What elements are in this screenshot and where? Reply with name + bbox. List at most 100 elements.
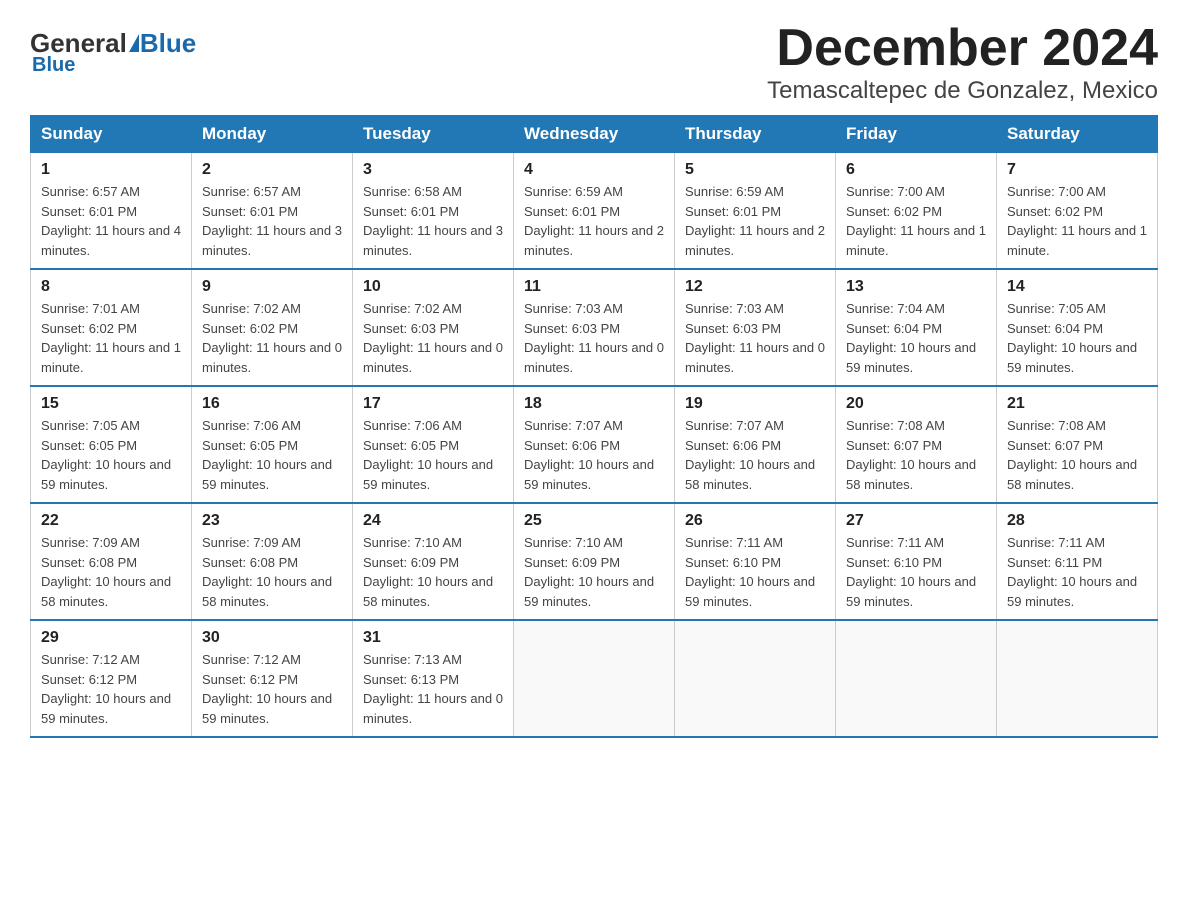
calendar-cell: 4 Sunrise: 6:59 AMSunset: 6:01 PMDaylight…: [514, 153, 675, 270]
day-info: Sunrise: 6:59 AMSunset: 6:01 PMDaylight:…: [685, 182, 825, 260]
calendar-cell: 12Sunrise: 7:03 AMSunset: 6:03 PMDayligh…: [675, 269, 836, 386]
title-block: December 2024 Temascaltepec de Gonzalez,…: [767, 20, 1158, 105]
day-number: 27: [846, 512, 986, 530]
calendar-cell: 18 Sunrise: 7:07 AMSunset: 6:06 PMDayligh…: [514, 386, 675, 503]
logo-triangle-icon: [129, 34, 139, 52]
day-info: Sunrise: 7:08 AMSunset: 6:07 PMDaylight:…: [846, 416, 986, 494]
day-info: Sunrise: 7:11 AMSunset: 6:10 PMDaylight:…: [685, 533, 825, 611]
day-info: Sunrise: 7:12 AMSunset: 6:12 PMDaylight:…: [202, 650, 342, 728]
day-number: 24: [363, 512, 503, 530]
calendar-cell: [836, 620, 997, 737]
calendar-cell: 26Sunrise: 7:11 AMSunset: 6:10 PMDayligh…: [675, 503, 836, 620]
col-header-sunday: Sunday: [31, 116, 192, 153]
day-number: 8: [41, 278, 181, 296]
day-number: 9: [202, 278, 342, 296]
calendar-cell: 16Sunrise: 7:06 AMSunset: 6:05 PMDayligh…: [192, 386, 353, 503]
calendar-cell: 5 Sunrise: 6:59 AMSunset: 6:01 PMDaylight…: [675, 153, 836, 270]
day-number: 1: [41, 161, 181, 179]
calendar-week-row: 29 Sunrise: 7:12 AMSunset: 6:12 PMDayligh…: [31, 620, 1158, 737]
calendar-week-row: 8 Sunrise: 7:01 AMSunset: 6:02 PMDaylight…: [31, 269, 1158, 386]
logo: General Blue Blue: [30, 30, 196, 77]
col-header-tuesday: Tuesday: [353, 116, 514, 153]
day-info: Sunrise: 7:13 AMSunset: 6:13 PMDaylight:…: [363, 650, 503, 728]
day-info: Sunrise: 7:02 AMSunset: 6:03 PMDaylight:…: [363, 299, 503, 377]
day-number: 31: [363, 629, 503, 647]
day-number: 23: [202, 512, 342, 530]
day-info: Sunrise: 7:10 AMSunset: 6:09 PMDaylight:…: [524, 533, 664, 611]
calendar-cell: 6 Sunrise: 7:00 AMSunset: 6:02 PMDaylight…: [836, 153, 997, 270]
day-info: Sunrise: 7:05 AMSunset: 6:04 PMDaylight:…: [1007, 299, 1147, 377]
col-header-saturday: Saturday: [997, 116, 1158, 153]
calendar-cell: [675, 620, 836, 737]
calendar-week-row: 15 Sunrise: 7:05 AMSunset: 6:05 PMDayligh…: [31, 386, 1158, 503]
day-number: 18: [524, 395, 664, 413]
logo-subtitle: Blue: [32, 54, 75, 77]
calendar-cell: 20Sunrise: 7:08 AMSunset: 6:07 PMDayligh…: [836, 386, 997, 503]
day-number: 28: [1007, 512, 1147, 530]
calendar-cell: 22 Sunrise: 7:09 AMSunset: 6:08 PMDayligh…: [31, 503, 192, 620]
calendar-cell: 1 Sunrise: 6:57 AMSunset: 6:01 PMDaylight…: [31, 153, 192, 270]
day-number: 17: [363, 395, 503, 413]
calendar-header-row: SundayMondayTuesdayWednesdayThursdayFrid…: [31, 116, 1158, 153]
day-number: 4: [524, 161, 664, 179]
calendar-cell: 19Sunrise: 7:07 AMSunset: 6:06 PMDayligh…: [675, 386, 836, 503]
col-header-wednesday: Wednesday: [514, 116, 675, 153]
day-info: Sunrise: 7:09 AMSunset: 6:08 PMDaylight:…: [41, 533, 181, 611]
day-info: Sunrise: 6:58 AMSunset: 6:01 PMDaylight:…: [363, 182, 503, 260]
day-info: Sunrise: 7:06 AMSunset: 6:05 PMDaylight:…: [202, 416, 342, 494]
day-info: Sunrise: 7:00 AMSunset: 6:02 PMDaylight:…: [846, 182, 986, 260]
page-title: December 2024: [767, 20, 1158, 77]
day-number: 5: [685, 161, 825, 179]
calendar-cell: 13 Sunrise: 7:04 AMSunset: 6:04 PMDayligh…: [836, 269, 997, 386]
calendar-cell: 8 Sunrise: 7:01 AMSunset: 6:02 PMDaylight…: [31, 269, 192, 386]
day-number: 2: [202, 161, 342, 179]
day-info: Sunrise: 7:03 AMSunset: 6:03 PMDaylight:…: [524, 299, 664, 377]
calendar-cell: 27 Sunrise: 7:11 AMSunset: 6:10 PMDayligh…: [836, 503, 997, 620]
day-number: 6: [846, 161, 986, 179]
day-info: Sunrise: 7:12 AMSunset: 6:12 PMDaylight:…: [41, 650, 181, 728]
col-header-thursday: Thursday: [675, 116, 836, 153]
calendar-cell: 17Sunrise: 7:06 AMSunset: 6:05 PMDayligh…: [353, 386, 514, 503]
calendar-cell: 31 Sunrise: 7:13 AMSunset: 6:13 PMDayligh…: [353, 620, 514, 737]
day-info: Sunrise: 7:10 AMSunset: 6:09 PMDaylight:…: [363, 533, 503, 611]
calendar-cell: 15 Sunrise: 7:05 AMSunset: 6:05 PMDayligh…: [31, 386, 192, 503]
day-info: Sunrise: 7:09 AMSunset: 6:08 PMDaylight:…: [202, 533, 342, 611]
day-info: Sunrise: 7:02 AMSunset: 6:02 PMDaylight:…: [202, 299, 342, 377]
calendar-cell: 24 Sunrise: 7:10 AMSunset: 6:09 PMDayligh…: [353, 503, 514, 620]
page-header: General Blue Blue December 2024 Temascal…: [30, 20, 1158, 105]
calendar-cell: 3Sunrise: 6:58 AMSunset: 6:01 PMDaylight…: [353, 153, 514, 270]
calendar-cell: 23 Sunrise: 7:09 AMSunset: 6:08 PMDayligh…: [192, 503, 353, 620]
day-number: 13: [846, 278, 986, 296]
col-header-monday: Monday: [192, 116, 353, 153]
logo-general-text: General: [30, 30, 127, 56]
calendar-cell: 25Sunrise: 7:10 AMSunset: 6:09 PMDayligh…: [514, 503, 675, 620]
calendar-cell: 29 Sunrise: 7:12 AMSunset: 6:12 PMDayligh…: [31, 620, 192, 737]
day-info: Sunrise: 7:07 AMSunset: 6:06 PMDaylight:…: [524, 416, 664, 494]
day-info: Sunrise: 7:04 AMSunset: 6:04 PMDaylight:…: [846, 299, 986, 377]
day-number: 10: [363, 278, 503, 296]
day-info: Sunrise: 7:11 AMSunset: 6:10 PMDaylight:…: [846, 533, 986, 611]
calendar-cell: 7Sunrise: 7:00 AMSunset: 6:02 PMDaylight…: [997, 153, 1158, 270]
day-info: Sunrise: 7:07 AMSunset: 6:06 PMDaylight:…: [685, 416, 825, 494]
day-info: Sunrise: 6:57 AMSunset: 6:01 PMDaylight:…: [202, 182, 342, 260]
day-number: 30: [202, 629, 342, 647]
day-number: 29: [41, 629, 181, 647]
calendar-week-row: 22 Sunrise: 7:09 AMSunset: 6:08 PMDayligh…: [31, 503, 1158, 620]
day-number: 22: [41, 512, 181, 530]
day-number: 15: [41, 395, 181, 413]
calendar-cell: [997, 620, 1158, 737]
page-subtitle: Temascaltepec de Gonzalez, Mexico: [767, 77, 1158, 105]
calendar-week-row: 1 Sunrise: 6:57 AMSunset: 6:01 PMDaylight…: [31, 153, 1158, 270]
col-header-friday: Friday: [836, 116, 997, 153]
day-info: Sunrise: 6:59 AMSunset: 6:01 PMDaylight:…: [524, 182, 664, 260]
calendar-cell: 11Sunrise: 7:03 AMSunset: 6:03 PMDayligh…: [514, 269, 675, 386]
day-number: 21: [1007, 395, 1147, 413]
day-number: 14: [1007, 278, 1147, 296]
day-number: 7: [1007, 161, 1147, 179]
logo-blue-text: Blue: [140, 30, 196, 56]
calendar-cell: 2 Sunrise: 6:57 AMSunset: 6:01 PMDaylight…: [192, 153, 353, 270]
day-info: Sunrise: 6:57 AMSunset: 6:01 PMDaylight:…: [41, 182, 181, 260]
day-info: Sunrise: 7:01 AMSunset: 6:02 PMDaylight:…: [41, 299, 181, 377]
day-info: Sunrise: 7:05 AMSunset: 6:05 PMDaylight:…: [41, 416, 181, 494]
calendar-cell: 10 Sunrise: 7:02 AMSunset: 6:03 PMDayligh…: [353, 269, 514, 386]
